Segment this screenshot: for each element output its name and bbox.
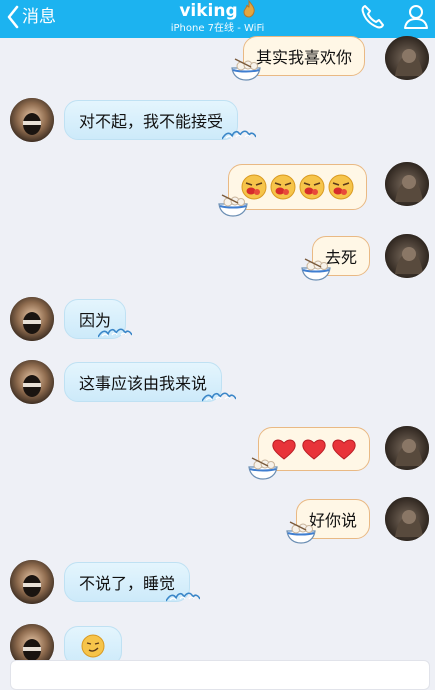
rice-bowl-icon	[231, 58, 261, 81]
red-nose-face-icon	[270, 174, 296, 200]
emoji-group	[271, 437, 357, 461]
user-icon[interactable]	[401, 2, 431, 32]
rice-bowl-icon	[301, 258, 331, 281]
wave-icon	[202, 392, 236, 402]
message-text: 不说了，睡觉	[79, 574, 176, 593]
message-text: 其实我喜欢你	[256, 48, 353, 67]
avatar-self[interactable]	[385, 36, 429, 80]
heart-icon	[332, 439, 356, 460]
avatar-contact[interactable]	[10, 297, 54, 341]
wave-icon	[222, 130, 256, 140]
chat-header: 消息 viking iPhone 7在线 - WiFi	[0, 0, 435, 38]
smirk-face-icon	[81, 634, 105, 658]
contact-name: viking	[179, 1, 238, 21]
avatar-self[interactable]	[385, 162, 429, 206]
avatar-self[interactable]	[385, 234, 429, 278]
wave-icon	[166, 592, 200, 602]
message-bubble-incoming[interactable]: 这事应该由我来说	[64, 362, 223, 402]
avatar-contact[interactable]	[10, 560, 54, 604]
avatar-contact[interactable]	[10, 98, 54, 142]
red-nose-face-icon	[328, 174, 354, 200]
wave-icon	[98, 328, 132, 338]
flame-icon	[242, 0, 256, 22]
message-bubble-incoming[interactable]: 对不起，我不能接受	[64, 100, 239, 140]
red-nose-face-icon	[299, 174, 325, 200]
heart-icon	[302, 439, 326, 460]
emoji-group	[241, 174, 354, 200]
phone-icon[interactable]	[358, 2, 388, 32]
rice-bowl-icon	[248, 457, 278, 480]
message-text: 这事应该由我来说	[79, 374, 208, 393]
avatar-self[interactable]	[385, 426, 429, 470]
avatar-self[interactable]	[385, 497, 429, 541]
rice-bowl-icon	[286, 521, 316, 544]
rice-bowl-icon	[218, 194, 248, 217]
message-text: 对不起，我不能接受	[79, 112, 224, 131]
avatar-contact[interactable]	[10, 360, 54, 404]
message-input[interactable]	[10, 660, 430, 690]
